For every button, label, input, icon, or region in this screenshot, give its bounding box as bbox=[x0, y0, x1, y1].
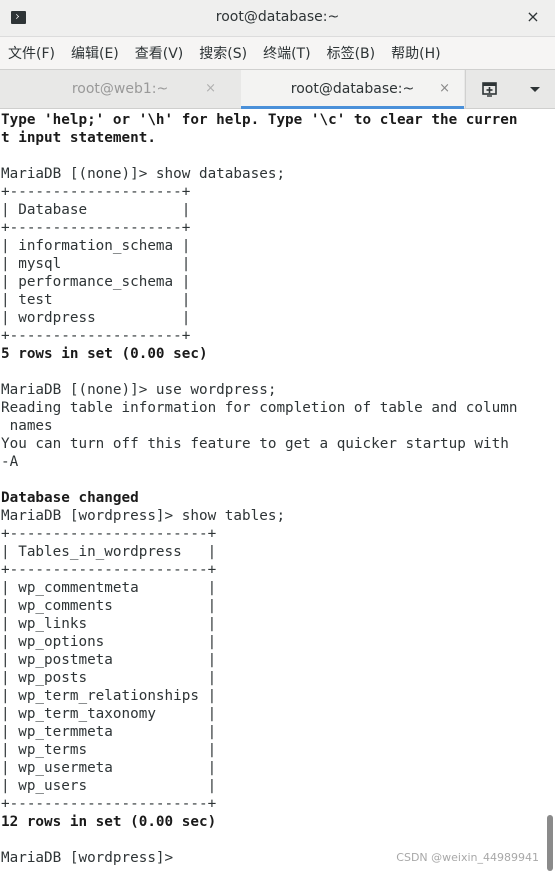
terminal-line: | Database | bbox=[1, 202, 191, 218]
tab-label: root@database:~ bbox=[290, 81, 415, 97]
chevron-down-icon bbox=[530, 87, 540, 92]
menu-tabs[interactable]: 标签(B) bbox=[319, 43, 384, 63]
menu-help[interactable]: 帮助(H) bbox=[383, 43, 448, 63]
terminal-line: MariaDB [wordpress]> show tables; bbox=[1, 508, 286, 524]
terminal-line: +--------------------+ bbox=[1, 220, 191, 236]
menu-search[interactable]: 搜索(S) bbox=[191, 43, 255, 63]
terminal-line: | information_schema | bbox=[1, 238, 191, 254]
terminal-line: +-----------------------+ bbox=[1, 526, 217, 542]
title-bar: root@database:~ × bbox=[0, 0, 555, 37]
tab-web1[interactable]: root@web1:~ × bbox=[0, 70, 240, 108]
tab-database[interactable]: root@database:~ × bbox=[241, 70, 464, 109]
terminal-line: | mysql | bbox=[1, 256, 191, 272]
terminal-line: | wp_posts | bbox=[1, 670, 217, 686]
new-tab-button[interactable] bbox=[480, 79, 500, 99]
terminal-line: Type 'help;' or '\h' for help. Type '\c'… bbox=[1, 112, 518, 128]
terminal-line: | wp_commentmeta | bbox=[1, 580, 217, 596]
new-tab-icon bbox=[482, 82, 497, 97]
menu-file[interactable]: 文件(F) bbox=[0, 43, 63, 63]
terminal-line: +--------------------+ bbox=[1, 184, 191, 200]
terminal-line: 5 rows in set (0.00 sec) bbox=[1, 346, 208, 362]
terminal-line: | wp_term_taxonomy | bbox=[1, 706, 217, 722]
menu-edit[interactable]: 编辑(E) bbox=[63, 43, 127, 63]
terminal-line: You can turn off this feature to get a q… bbox=[1, 436, 509, 452]
terminal-line: | wp_comments | bbox=[1, 598, 217, 614]
terminal-line: | wordpress | bbox=[1, 310, 191, 326]
tab-bar: root@web1:~ × root@database:~ × bbox=[0, 69, 555, 109]
terminal-line: t input statement. bbox=[1, 130, 156, 146]
tab-close-button[interactable]: × bbox=[205, 70, 216, 108]
close-window-button[interactable]: × bbox=[523, 6, 543, 28]
terminal-line: MariaDB [(none)]> use wordpress; bbox=[1, 382, 277, 398]
terminal-line: | wp_links | bbox=[1, 616, 217, 632]
terminal-line: | performance_schema | bbox=[1, 274, 191, 290]
terminal-line: | wp_users | bbox=[1, 778, 217, 794]
terminal-line: +-----------------------+ bbox=[1, 796, 217, 812]
terminal-output[interactable]: Type 'help;' or '\h' for help. Type '\c'… bbox=[0, 109, 545, 873]
terminal-line: | wp_postmeta | bbox=[1, 652, 217, 668]
terminal-line: | Tables_in_wordpress | bbox=[1, 544, 217, 560]
terminal-line: +--------------------+ bbox=[1, 328, 191, 344]
scrollbar[interactable] bbox=[545, 109, 555, 873]
menu-bar: 文件(F) 编辑(E) 查看(V) 搜索(S) 终端(T) 标签(B) 帮助(H… bbox=[0, 37, 555, 69]
terminal-line: | wp_term_relationships | bbox=[1, 688, 217, 704]
tab-close-button[interactable]: × bbox=[439, 70, 450, 108]
terminal-line: | wp_termmeta | bbox=[1, 724, 217, 740]
terminal-line: names bbox=[1, 418, 53, 434]
terminal-line: Reading table information for completion… bbox=[1, 400, 518, 416]
terminal-line: Database changed bbox=[1, 490, 139, 506]
terminal-line: 12 rows in set (0.00 sec) bbox=[1, 814, 217, 830]
terminal-line: | wp_usermeta | bbox=[1, 760, 217, 776]
terminal-line: | wp_terms | bbox=[1, 742, 217, 758]
tab-label: root@web1:~ bbox=[71, 81, 169, 97]
tab-menu-button[interactable] bbox=[525, 79, 545, 99]
terminal-line: | wp_options | bbox=[1, 634, 217, 650]
menu-terminal[interactable]: 终端(T) bbox=[255, 43, 318, 63]
terminal-line: | test | bbox=[1, 292, 191, 308]
watermark: CSDN @weixin_44989941 bbox=[396, 851, 539, 864]
window-title: root@database:~ bbox=[215, 9, 340, 25]
terminal-line: MariaDB [(none)]> show databases; bbox=[1, 166, 286, 182]
terminal-line: +-----------------------+ bbox=[1, 562, 217, 578]
terminal-line: -A bbox=[1, 454, 19, 470]
scrollbar-thumb[interactable] bbox=[547, 815, 553, 871]
menu-view[interactable]: 查看(V) bbox=[127, 43, 192, 63]
tab-separator bbox=[465, 70, 466, 108]
terminal-line: MariaDB [wordpress]> bbox=[1, 850, 182, 866]
